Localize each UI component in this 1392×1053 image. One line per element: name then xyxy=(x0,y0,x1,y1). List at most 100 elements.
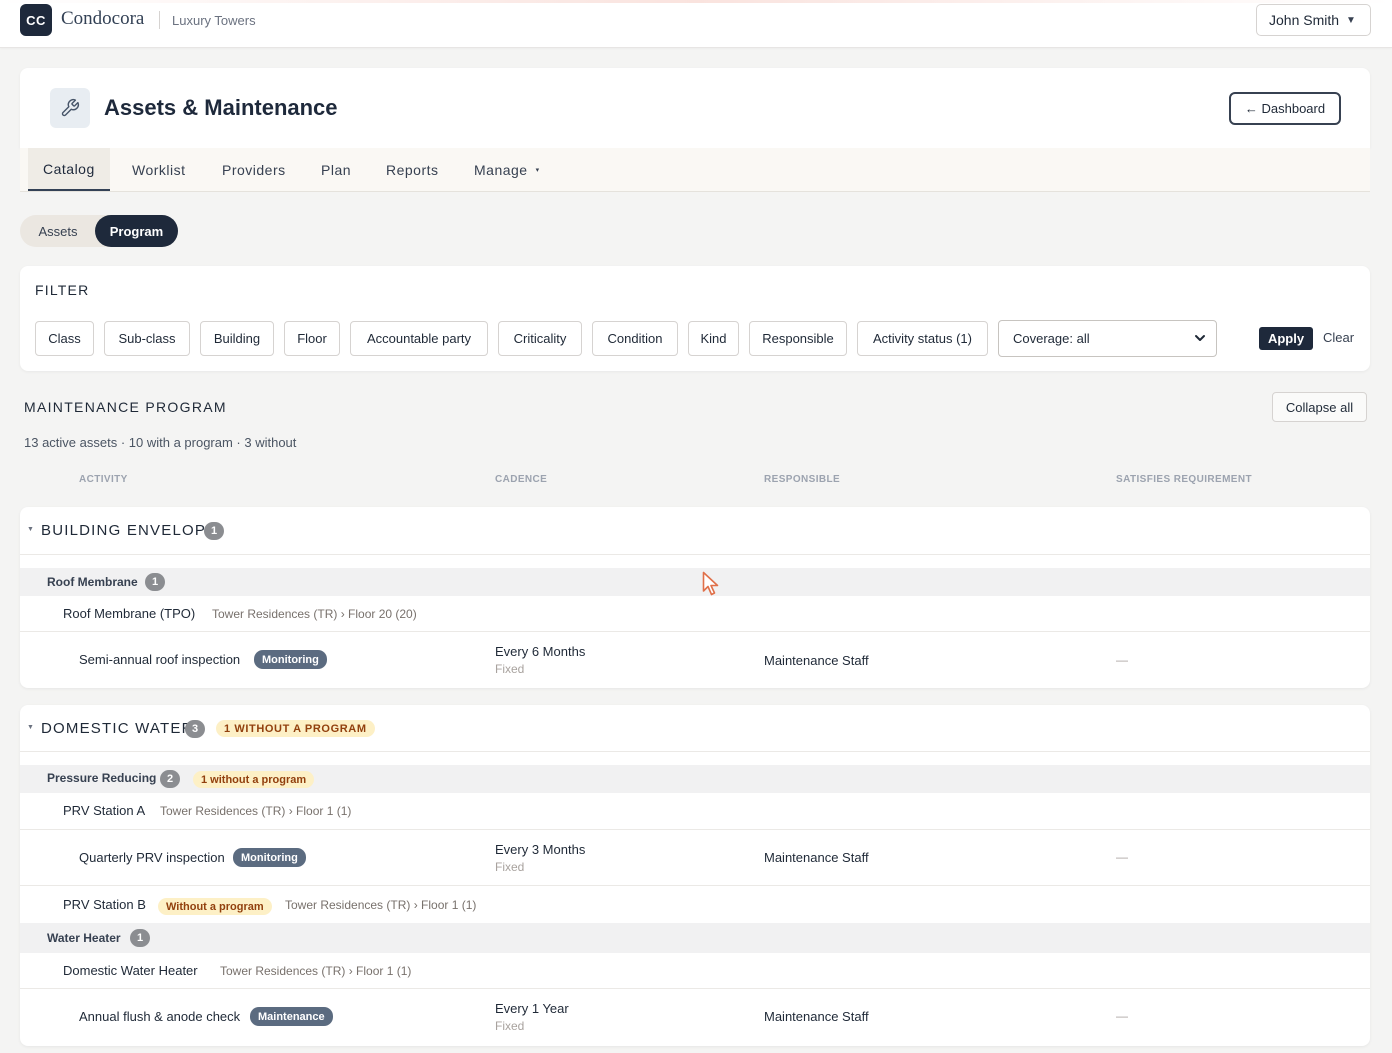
asset-location: Tower Residences (TR) › Floor 1 (1) xyxy=(220,964,412,978)
count-badge: 1 xyxy=(204,522,224,540)
subclass-name: Roof Membrane xyxy=(47,575,138,589)
filter-building[interactable]: Building xyxy=(200,321,274,356)
group-name: BUILDING ENVELOPE xyxy=(41,522,218,539)
count-badge: 1 xyxy=(145,573,165,591)
tab-reports[interactable]: Reports xyxy=(386,148,439,191)
filter-subclass[interactable]: Sub-class xyxy=(104,321,190,356)
filter-title: FILTER xyxy=(35,282,90,298)
user-menu-button[interactable]: John Smith ▼ xyxy=(1256,4,1371,36)
filter-class[interactable]: Class xyxy=(35,321,94,356)
asset-row[interactable]: PRV Station A Tower Residences (TR) › Fl… xyxy=(20,793,1370,830)
asset-name[interactable]: PRV Station A xyxy=(63,803,145,818)
column-header-cadence: CADENCE xyxy=(495,474,548,485)
filter-accountable-party[interactable]: Accountable party xyxy=(350,321,488,356)
app-logo[interactable]: CC xyxy=(20,4,52,36)
kind-badge: Monitoring xyxy=(254,650,327,669)
count-badge: 3 xyxy=(185,720,205,738)
page-header: Assets & Maintenance ← Dashboard xyxy=(20,68,1370,148)
view-toggle: Assets Program xyxy=(20,215,178,247)
tab-catalog[interactable]: Catalog xyxy=(28,148,110,191)
tab-label: Reports xyxy=(386,161,439,178)
count-badge: 1 xyxy=(130,929,150,947)
activity-name[interactable]: Semi-annual roof inspection xyxy=(79,652,240,667)
filter-floor[interactable]: Floor xyxy=(284,321,340,356)
satisfies-requirement: — xyxy=(1116,653,1128,667)
activity-row[interactable]: Annual flush & anode check Maintenance E… xyxy=(20,989,1370,1046)
filter-activity-status[interactable]: Activity status (1) xyxy=(857,321,988,356)
group-header[interactable]: ▼ BUILDING ENVELOPE 1 xyxy=(20,507,1370,555)
activity-name[interactable]: Quarterly PRV inspection xyxy=(79,850,225,865)
tab-label: Worklist xyxy=(132,161,186,178)
filter-condition[interactable]: Condition xyxy=(592,321,678,356)
clear-button[interactable]: Clear xyxy=(1323,330,1354,345)
satisfies-requirement: — xyxy=(1116,1009,1128,1023)
tab-plan[interactable]: Plan xyxy=(321,148,351,191)
tab-worklist[interactable]: Worklist xyxy=(132,148,186,191)
property-name: Luxury Towers xyxy=(172,13,256,28)
asset-name[interactable]: Roof Membrane (TPO) xyxy=(63,606,195,621)
wrench-icon xyxy=(50,88,90,128)
asset-row[interactable]: PRV Station B Without a program Tower Re… xyxy=(20,886,1370,923)
page-title: Assets & Maintenance xyxy=(104,95,338,120)
group-name: DOMESTIC WATER xyxy=(41,720,194,737)
count-badge: 2 xyxy=(160,770,180,788)
subclass-row: Water Heater 1 xyxy=(20,923,1370,953)
tab-label: Providers xyxy=(222,161,286,178)
top-bar: CC Condocora Luxury Towers John Smith ▼ xyxy=(0,0,1392,48)
group-domestic-water: ▼ DOMESTIC WATER 3 1 WITHOUT A PROGRAM P… xyxy=(20,705,1370,1046)
without-program-badge: Without a program xyxy=(158,898,272,915)
warning-badge: 1 without a program xyxy=(193,771,315,788)
column-header-responsible: RESPONSIBLE xyxy=(764,474,841,485)
group-building-envelope: ▼ BUILDING ENVELOPE 1 Roof Membrane 1 Ro… xyxy=(20,507,1370,688)
tab-label: Manage xyxy=(474,161,528,178)
caret-down-icon: ▾ xyxy=(535,166,540,174)
responsible: Maintenance Staff xyxy=(764,1009,869,1024)
cadence-type: Fixed xyxy=(495,1019,525,1033)
asset-location: Tower Residences (TR) › Floor 1 (1) xyxy=(285,898,477,912)
cadence-type: Fixed xyxy=(495,662,525,676)
coverage-value: Coverage: all xyxy=(1013,331,1090,346)
filter-responsible[interactable]: Responsible xyxy=(749,321,847,356)
activity-row[interactable]: Semi-annual roof inspection Monitoring E… xyxy=(20,632,1370,688)
subclass-row: Roof Membrane 1 xyxy=(20,568,1370,596)
subclass-name: Pressure Reducing xyxy=(47,771,157,785)
tab-label: Plan xyxy=(321,161,352,178)
collapse-triangle-icon[interactable]: ▼ xyxy=(27,526,34,533)
asset-name[interactable]: Domestic Water Heater xyxy=(63,963,198,978)
program-summary: 13 active assets · 10 with a program · 3… xyxy=(24,435,297,450)
brand-name: Condocora xyxy=(61,8,145,29)
asset-location: Tower Residences (TR) › Floor 20 (20) xyxy=(212,607,417,621)
chevron-down-icon xyxy=(1194,331,1206,348)
activity-row[interactable]: Quarterly PRV inspection Monitoring Ever… xyxy=(20,830,1370,886)
collapse-all-button[interactable]: Collapse all xyxy=(1272,392,1367,422)
toggle-program[interactable]: Program xyxy=(95,215,178,247)
toggle-assets[interactable]: Assets xyxy=(20,215,96,247)
activity-name[interactable]: Annual flush & anode check xyxy=(79,1009,240,1024)
responsible: Maintenance Staff xyxy=(764,850,869,865)
filter-criticality[interactable]: Criticality xyxy=(498,321,582,356)
tab-providers[interactable]: Providers xyxy=(222,148,286,191)
group-header[interactable]: ▼ DOMESTIC WATER 3 1 WITHOUT A PROGRAM xyxy=(20,705,1370,752)
cadence: Every 3 Months xyxy=(495,842,586,857)
asset-name[interactable]: PRV Station B xyxy=(63,897,146,912)
cadence: Every 1 Year xyxy=(495,1001,569,1016)
filter-kind[interactable]: Kind xyxy=(688,321,739,356)
column-header-activity: ACTIVITY xyxy=(79,474,128,485)
cadence-type: Fixed xyxy=(495,860,525,874)
tab-manage[interactable]: Manage ▾ xyxy=(474,148,540,191)
asset-row[interactable]: Roof Membrane (TPO) Tower Residences (TR… xyxy=(20,596,1370,632)
column-header-satisfies: SATISFIES REQUIREMENT xyxy=(1116,474,1253,485)
apply-button[interactable]: Apply xyxy=(1259,327,1313,350)
subclass-name: Water Heater xyxy=(47,931,121,945)
warning-badge: 1 WITHOUT A PROGRAM xyxy=(216,720,375,737)
filter-panel: FILTER Class Sub-class Building Floor Ac… xyxy=(20,266,1370,371)
user-name: John Smith xyxy=(1269,12,1340,28)
responsible: Maintenance Staff xyxy=(764,653,869,668)
asset-row[interactable]: Domestic Water Heater Tower Residences (… xyxy=(20,953,1370,989)
kind-badge: Maintenance xyxy=(250,1007,333,1026)
cadence: Every 6 Months xyxy=(495,644,586,659)
coverage-select[interactable]: Coverage: all xyxy=(998,320,1217,357)
collapse-triangle-icon[interactable]: ▼ xyxy=(27,724,34,731)
caret-down-icon: ▼ xyxy=(1346,14,1356,26)
dashboard-button[interactable]: ← Dashboard xyxy=(1229,92,1341,125)
